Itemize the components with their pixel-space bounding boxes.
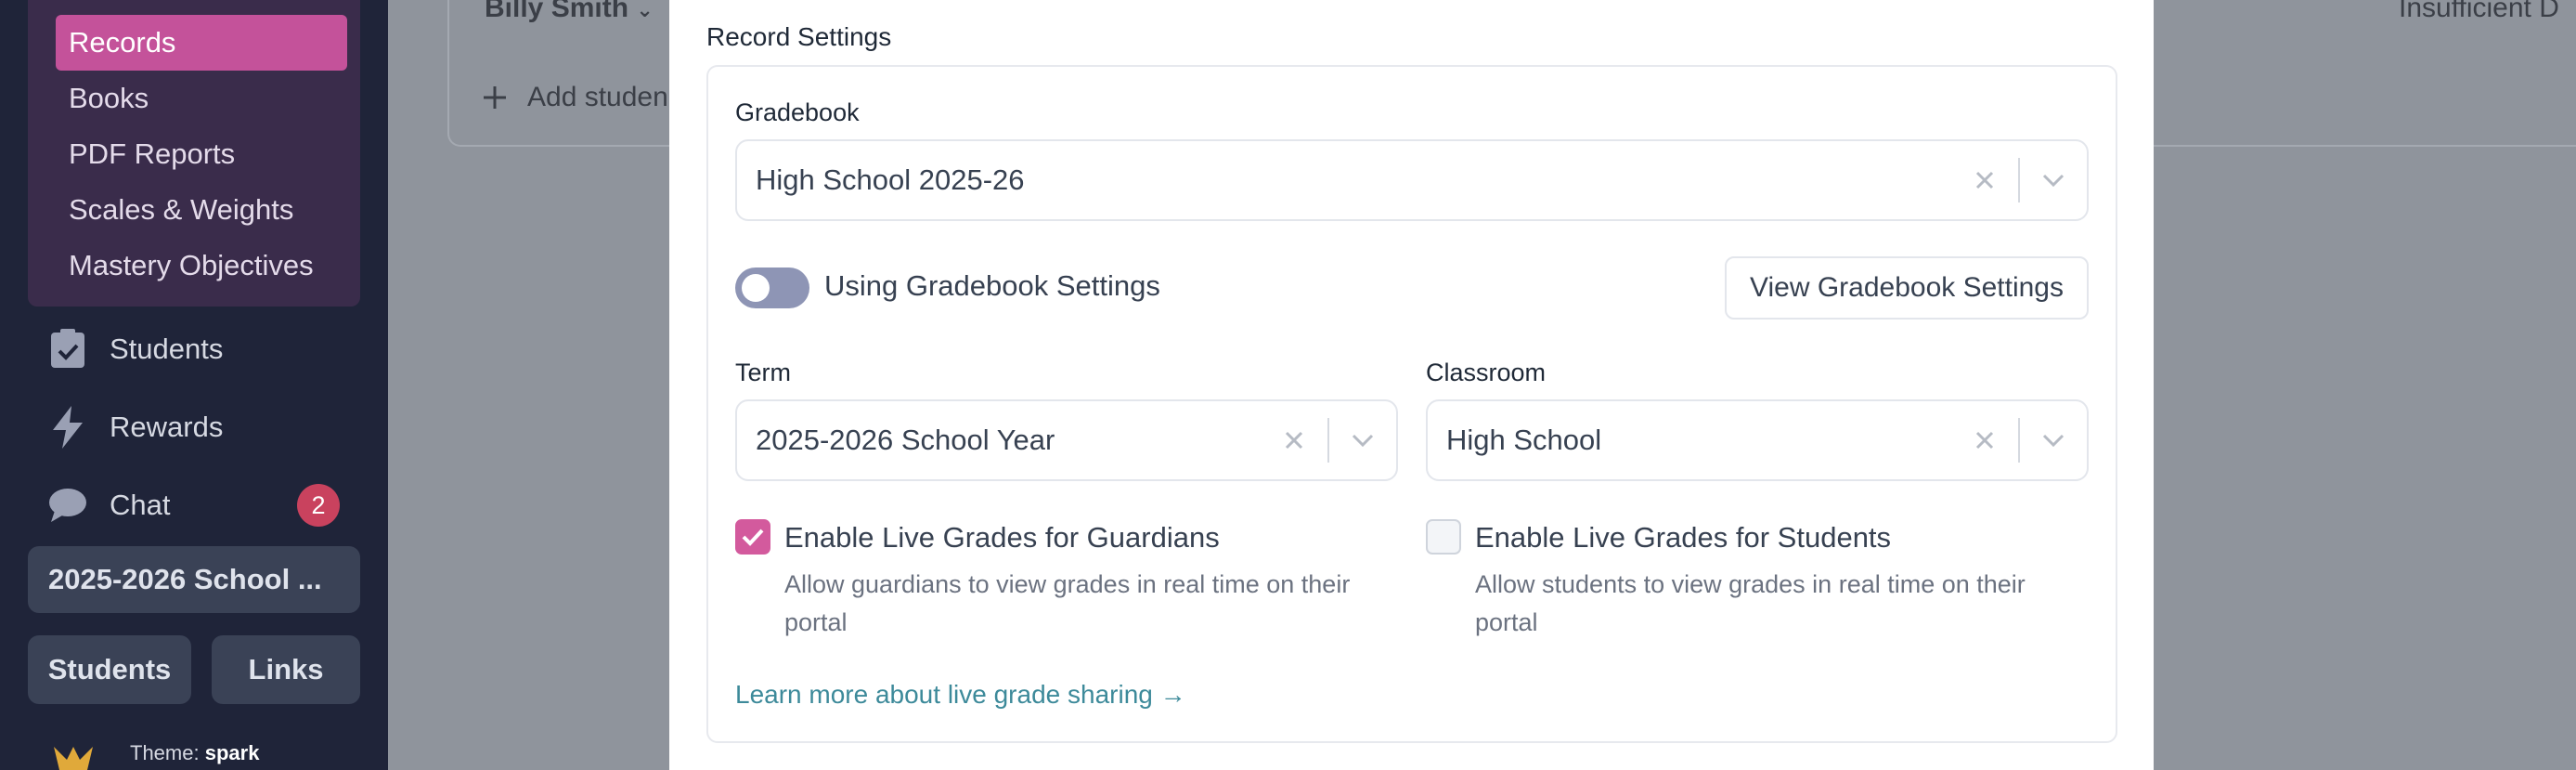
gradebook-value: High School 2025-26 [756,163,1025,196]
chevron-down-icon[interactable] [2035,401,2072,479]
status-text: Insufficient D [2399,0,2559,23]
guardians-help-text: Allow guardians to view grades in real t… [784,570,1351,636]
subnav-item-pdf-reports[interactable]: PDF Reports [56,126,347,182]
spark-logo-icon [54,747,93,770]
chevron-down-icon: ⌄ [636,0,654,21]
students-button[interactable]: Students [28,635,191,704]
gradebook-label: Gradebook [735,98,860,126]
nav-item-chat[interactable]: Chat [46,477,170,533]
gradebook-settings-toggle[interactable] [735,268,809,308]
clear-icon[interactable] [1277,401,1311,479]
checkmark-icon [742,529,764,546]
plus-icon [484,86,506,109]
clear-icon[interactable] [1968,401,2001,479]
term-select[interactable]: 2025-2026 School Year [735,399,1398,481]
clipboard-check-icon [46,328,89,371]
students-help-text: Allow students to view grades in real ti… [1475,570,2026,636]
view-gradebook-settings-button[interactable]: View Gradebook Settings [1725,256,2089,320]
learn-more-link[interactable]: Learn more about live grade sharing → [735,680,1186,710]
theme-indicator: Theme: spark [130,741,260,764]
add-student-button[interactable]: Add studen [481,82,668,113]
students-live-grades-label: Enable Live Grades for Students [1475,521,1892,554]
toggle-knob [742,274,770,302]
subnav-item-records[interactable]: Records [56,15,347,71]
chat-bubble-icon [46,484,89,527]
term-label: Term [735,359,791,386]
school-year-selector[interactable]: 2025-2026 School ... [28,546,360,613]
clear-icon[interactable] [1968,141,2001,219]
select-divider [2018,418,2020,463]
guardians-live-grades-label: Enable Live Grades for Guardians [784,521,1220,554]
subnav-item-scales-weights[interactable]: Scales & Weights [56,182,347,238]
records-subnav: Records Books PDF Reports Scales & Weigh… [28,0,360,307]
links-button[interactable]: Links [212,635,360,704]
lightning-icon [46,406,89,449]
record-settings-modal: Record Settings [669,0,2154,770]
student-name[interactable]: Billy Smith ⌄ [485,0,654,24]
chat-unread-badge: 2 [297,484,340,527]
gradebook-select[interactable]: High School 2025-26 [735,139,2089,221]
nav-item-rewards[interactable]: Rewards [46,399,223,455]
classroom-label: Classroom [1426,359,1547,386]
section-title: Record Settings [706,22,892,51]
students-live-grades-checkbox[interactable] [1426,519,1461,555]
term-value: 2025-2026 School Year [756,424,1055,456]
classroom-select[interactable]: High School [1426,399,2089,481]
chevron-down-icon[interactable] [2035,141,2072,219]
subnav-item-books[interactable]: Books [56,71,347,126]
chevron-down-icon[interactable] [1344,401,1381,479]
subnav-item-mastery-objectives[interactable]: Mastery Objectives [56,238,347,294]
guardians-live-grades-checkbox[interactable] [735,519,770,555]
sidebar: Records Books PDF Reports Scales & Weigh… [0,0,388,770]
nav-item-students[interactable]: Students [46,321,223,377]
select-divider [1327,418,1329,463]
select-divider [2018,158,2020,202]
toggle-label: Using Gradebook Settings [824,269,1160,302]
classroom-value: High School [1446,424,1602,456]
